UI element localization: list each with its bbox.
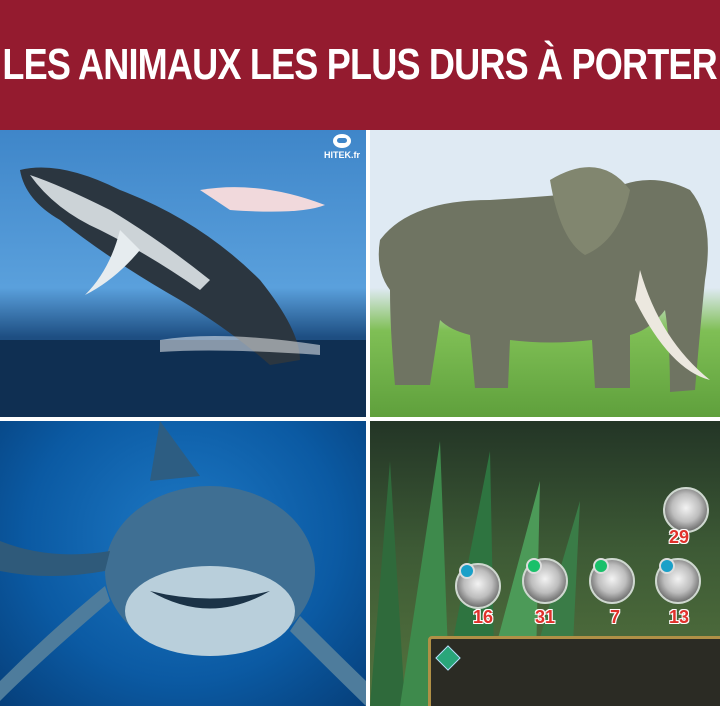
- hitek-logo-icon: [333, 134, 351, 148]
- champion-portrait: [655, 558, 701, 604]
- champion-portrait: [522, 558, 568, 604]
- title-banner: LES ANIMAUX LES PLUS DURS À PORTER: [0, 0, 720, 130]
- shark-left-fin: [0, 586, 110, 701]
- minimap: [428, 636, 720, 706]
- diamond-icon: [435, 645, 461, 671]
- champion-portrait: [455, 563, 501, 609]
- whale-fin: [200, 187, 325, 212]
- elephant-photo: [370, 130, 720, 417]
- status-indicator: [526, 558, 542, 574]
- champion-level: 16: [473, 607, 494, 627]
- champion-level: 29: [669, 527, 690, 547]
- watermark-text: HITEK.fr: [324, 150, 360, 160]
- shark-right-fin: [290, 616, 366, 706]
- champion-level: 7: [610, 607, 621, 627]
- elephant-illustration: [378, 167, 710, 392]
- whale-photo: HITEK.fr: [0, 130, 366, 417]
- grass-blade: [370, 461, 405, 706]
- champion-level: 31: [535, 607, 556, 627]
- shark-dorsal-fin: [150, 421, 200, 481]
- status-indicator: [459, 563, 475, 579]
- shark-belly: [125, 566, 295, 656]
- elephant-body: [378, 180, 708, 392]
- status-indicator: [593, 558, 609, 574]
- shark-tail: [0, 541, 110, 576]
- champion-level: 13: [669, 607, 690, 627]
- shark-illustration: [0, 421, 366, 706]
- shark-photo: [0, 421, 366, 706]
- champion-portrait: [589, 558, 635, 604]
- status-indicator: [659, 558, 675, 574]
- hitek-watermark: HITEK.fr: [324, 134, 360, 160]
- game-screenshot: 29 16 31 7 13: [370, 421, 720, 706]
- whale-illustration: [0, 167, 366, 417]
- page-title: LES ANIMAUX LES PLUS DURS À PORTER: [2, 40, 718, 89]
